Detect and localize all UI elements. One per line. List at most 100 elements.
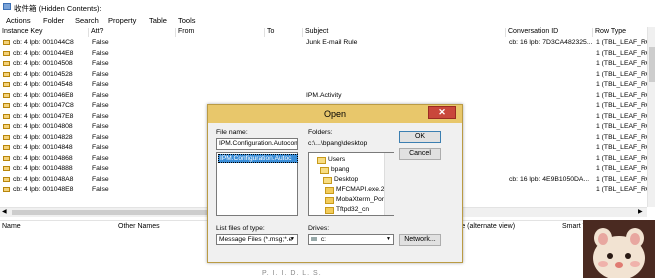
close-button[interactable]: ✕	[428, 106, 456, 119]
mail-icon	[3, 71, 10, 77]
table-row[interactable]: cb: 4 lpb: 001044E8 False 1 (TBL_LEAF_RO	[0, 49, 651, 59]
cell-subject: Junk E-mail Rule	[306, 39, 358, 46]
open-dialog: Open ✕ File name: IPM.Configuration.Auto…	[207, 104, 463, 263]
menu-table[interactable]: Table	[149, 16, 167, 25]
menu-folder[interactable]: Folder	[43, 16, 64, 25]
app-icon	[3, 3, 11, 10]
ok-button[interactable]: OK	[399, 131, 441, 143]
table-vertical-scrollbar[interactable]	[647, 27, 655, 207]
file-list[interactable]: IPM.Configuration.Autoc	[216, 152, 298, 216]
cancel-button[interactable]: Cancel	[399, 148, 441, 160]
folder-item-tftpd32[interactable]: Tftpd32_cn	[336, 206, 369, 213]
cell-att: False	[92, 154, 109, 162]
drives-select-value: c:	[320, 236, 326, 243]
mail-icon	[3, 134, 10, 140]
file-list-item-selected[interactable]: IPM.Configuration.Autoc	[218, 154, 298, 163]
column-header-from[interactable]: From	[175, 28, 194, 37]
cell-instance-key: cb: 4 lpb: 00104548	[13, 81, 73, 88]
scrollbar-thumb[interactable]	[649, 47, 655, 82]
mail-icon	[3, 176, 10, 182]
drives-select[interactable]: c: ▼	[308, 234, 394, 245]
cell-att: False	[92, 165, 109, 172]
table-row[interactable]: cb: 4 lpb: 001044C8 False Junk E-mail Rule…	[0, 38, 651, 48]
cell-row-type: 1 (TBL_LEAF_RO	[596, 186, 652, 193]
cell-conversation-id: cb: 16 lpb: 7D3CA482325...	[509, 39, 593, 46]
list-type-label: List files of type:	[216, 225, 265, 232]
column-header-row-type[interactable]: Row Type	[592, 28, 626, 37]
table-row[interactable]: cb: 4 lpb: 00104528 False 1 (TBL_LEAF_RO	[0, 70, 651, 80]
menu-bar: Actions Folder Search Property Table Too…	[0, 14, 655, 27]
menu-search[interactable]: Search	[75, 16, 99, 25]
chevron-down-icon: ▼	[386, 236, 391, 242]
cell-instance-key: cb: 4 lpb: 00104528	[13, 70, 73, 78]
menu-actions[interactable]: Actions	[6, 16, 31, 25]
folders-label: Folders:	[308, 129, 333, 136]
property-pane-footer-text: P. I. I. D. L. S.	[262, 270, 322, 277]
column-header-subject[interactable]: Subject	[302, 28, 328, 37]
window-title: 收件箱 (Hidden Contents):	[14, 4, 102, 13]
folder-open-icon	[320, 167, 329, 174]
dialog-titlebar: Open ✕	[208, 105, 462, 123]
mail-icon	[3, 103, 10, 108]
menu-property[interactable]: Property	[108, 16, 136, 25]
cell-row-type: 1 (TBL_LEAF_RO	[596, 154, 652, 162]
column-header-name[interactable]: Name	[2, 223, 21, 230]
cell-row-type: 1 (TBL_LEAF_RO	[596, 49, 652, 57]
folder-item-desktop[interactable]: Desktop	[334, 176, 358, 183]
cell-row-type: 1 (TBL_LEAF_RO	[596, 175, 652, 183]
column-header-att[interactable]: Att?	[88, 28, 103, 37]
cell-instance-key: cb: 4 lpb: 00104828	[13, 133, 73, 141]
mail-icon	[3, 92, 10, 98]
cell-att: False	[92, 39, 109, 46]
mail-icon	[3, 50, 10, 56]
cell-row-type: 1 (TBL_LEAF_RO	[596, 165, 652, 172]
folder-item-users[interactable]: Users	[328, 156, 345, 163]
scroll-right-icon[interactable]: ▶	[638, 208, 643, 215]
cell-instance-key: cb: 4 lpb: 00104888	[13, 165, 73, 172]
cell-row-type: 1 (TBL_LEAF_RO	[596, 70, 652, 78]
file-type-select[interactable]: Message Files (*.msg;*.e ▼	[216, 234, 298, 245]
folder-item-mobaxterm[interactable]: MobaXterm_Porta	[336, 196, 390, 203]
file-name-input[interactable]: IPM.Configuration.Autocom	[216, 138, 298, 150]
column-header-other-names[interactable]: Other Names	[118, 223, 160, 230]
cell-instance-key: cb: 4 lpb: 00104848	[13, 144, 73, 151]
file-type-select-value: Message Files (*.msg;*.e	[219, 236, 293, 243]
folder-icon	[325, 197, 334, 204]
column-header-instance-key[interactable]: Instance Key	[0, 28, 42, 37]
menu-tools[interactable]: Tools	[178, 16, 196, 25]
cell-row-type: 1 (TBL_LEAF_RO	[596, 112, 652, 120]
column-header-to[interactable]: To	[264, 28, 274, 37]
table-row[interactable]: cb: 4 lpb: 00104508 False 1 (TBL_LEAF_RO	[0, 59, 651, 69]
scrollbar-thumb[interactable]	[12, 210, 232, 215]
drive-icon	[311, 237, 317, 241]
cell-instance-key: cb: 4 lpb: 00104808	[13, 123, 73, 130]
cell-instance-key: cb: 4 lpb: 001048E8	[13, 186, 74, 193]
mail-icon	[3, 113, 10, 119]
folder-tree-scrollbar[interactable]	[384, 153, 394, 215]
cell-att: False	[92, 175, 109, 183]
cell-row-type: 1 (TBL_LEAF_RO	[596, 144, 652, 151]
mail-icon	[3, 155, 10, 161]
folder-icon	[325, 187, 334, 194]
cell-att: False	[92, 91, 109, 99]
mail-icon	[3, 145, 10, 150]
folder-item-mfcmapi[interactable]: MFCMAPI.exe.21	[336, 186, 388, 193]
cell-row-type: 1 (TBL_LEAF_RO	[596, 133, 652, 141]
cell-instance-key: cb: 4 lpb: 00104868	[13, 154, 73, 162]
cell-att: False	[92, 81, 109, 88]
cell-att: False	[92, 186, 109, 193]
cell-att: False	[92, 49, 109, 57]
folder-item-bpang[interactable]: bpang	[331, 166, 349, 173]
cell-instance-key: cb: 4 lpb: 001047C8	[13, 102, 74, 109]
mail-icon	[3, 166, 10, 171]
scroll-left-icon[interactable]: ◀	[2, 208, 7, 215]
cell-att: False	[92, 112, 109, 120]
chevron-down-icon: ▼	[290, 236, 295, 242]
network-button[interactable]: Network...	[399, 234, 441, 246]
column-header-conversation-id[interactable]: Conversation ID	[505, 28, 558, 37]
folder-tree[interactable]: Users bpang Desktop MFCMAPI.exe.21 MobaX…	[308, 152, 394, 216]
table-row[interactable]: cb: 4 lpb: 00104548 False 1 (TBL_LEAF_RO	[0, 80, 651, 90]
mail-icon	[3, 187, 10, 192]
table-row[interactable]: cb: 4 lpb: 001046E8 False IPM.Activity 1 (T…	[0, 91, 651, 101]
cell-instance-key: cb: 4 lpb: 001044C8	[13, 39, 74, 46]
